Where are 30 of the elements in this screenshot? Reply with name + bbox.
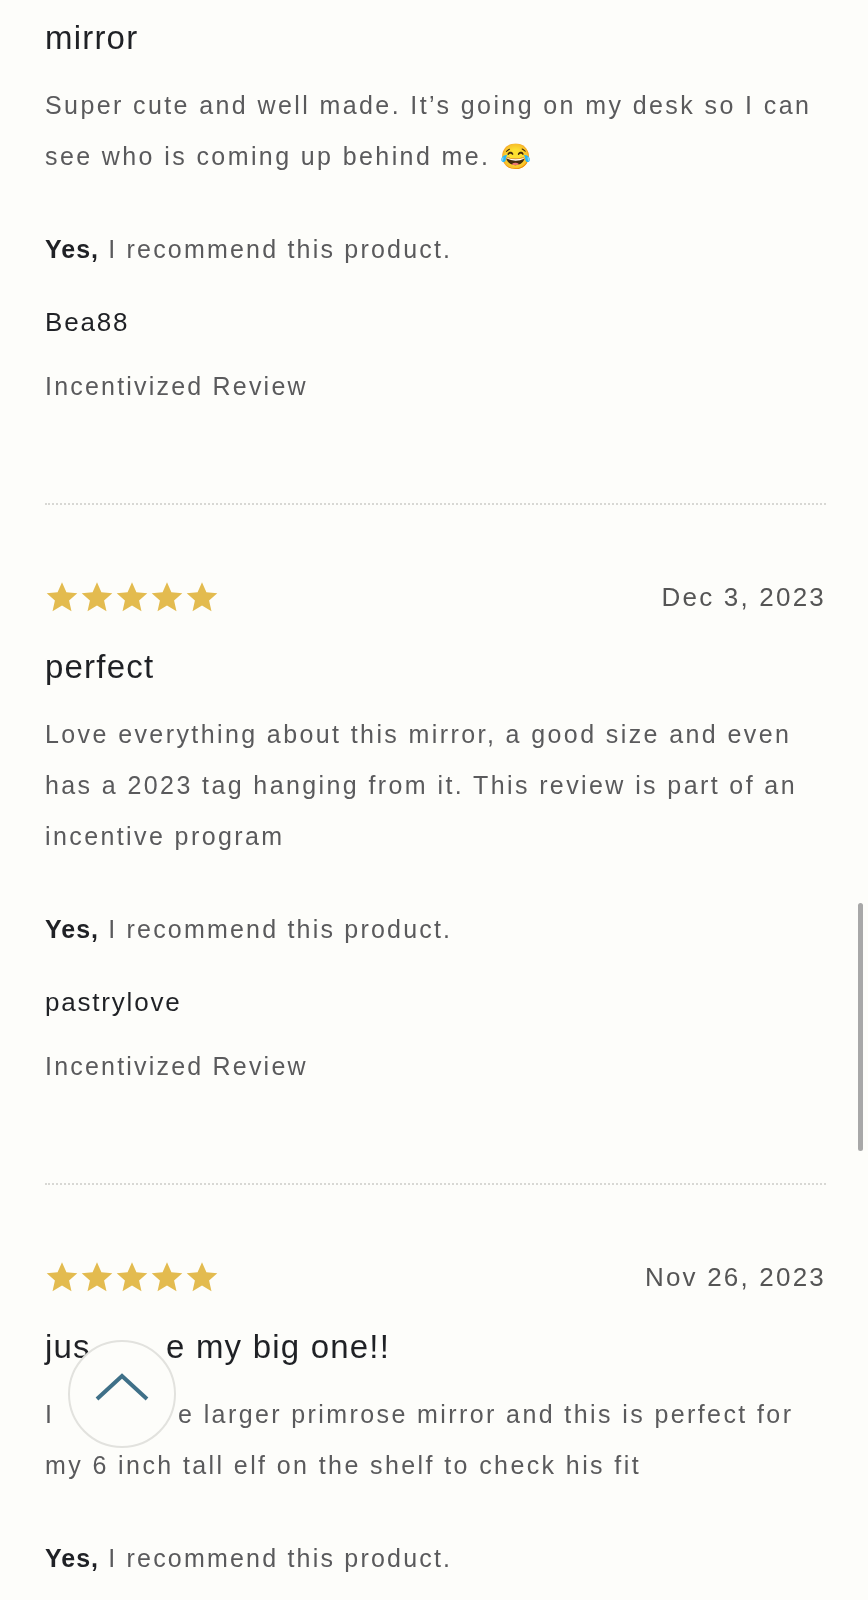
- review-text: e larger primrose mirror and this is perfect for: [178, 1399, 794, 1430]
- review-text: I: [45, 1399, 56, 1430]
- review-text: my 6 inch tall elf on the shelf to check his fit: [45, 1450, 641, 1481]
- review-text: Love everything about this mirror, a good size and even has a 2023 tag hanging from it. This review is part of an incentive program: [45, 719, 798, 852]
- star-icon: [185, 1260, 219, 1294]
- recommendation-text: Yes, I recommend this product.: [45, 1543, 454, 1574]
- star-icon: [150, 1260, 184, 1294]
- review-title: perfect: [45, 647, 156, 687]
- recommendation-text: Yes, I recommend this product.: [45, 914, 454, 945]
- recommendation-text: Yes, I recommend this product.: [45, 234, 454, 265]
- review-title: e my big one!!: [166, 1327, 391, 1367]
- reviewer-name: pastrylove: [45, 986, 183, 1019]
- star-icon: [45, 580, 79, 614]
- star-icon: [185, 580, 219, 614]
- review-title: mirror: [45, 18, 140, 58]
- star-icon: [45, 1260, 79, 1294]
- star-icon: [80, 580, 114, 614]
- star-icon: [115, 1260, 149, 1294]
- review-text: Super cute and well made. It’s going on my desk so I can see who is coming up behind me. 😂: [45, 90, 813, 172]
- star-icon: [80, 1260, 114, 1294]
- review-date: Nov 26, 2023: [644, 1261, 826, 1293]
- chevron-up-icon: [94, 1372, 150, 1402]
- star-icon: [150, 580, 184, 614]
- reviewer-name: Bea88: [45, 306, 131, 339]
- review-title: jus: [45, 1327, 92, 1367]
- review-tag: Incentivized Review: [45, 1046, 826, 1086]
- scrollbar[interactable]: [858, 903, 863, 1151]
- review-tag: Incentivized Review: [45, 366, 826, 406]
- review-date: Dec 3, 2023: [661, 581, 826, 613]
- star-icon: [115, 580, 149, 614]
